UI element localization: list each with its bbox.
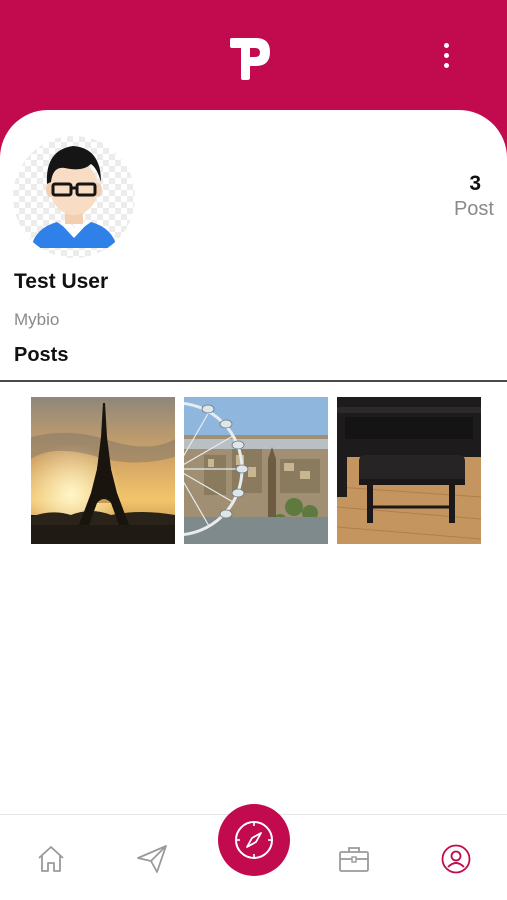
post-count: 3 <box>469 172 481 195</box>
post-thumbnail-eiffel-tower[interactable] <box>31 397 175 544</box>
send-icon <box>137 845 167 873</box>
user-name: Test User <box>14 270 109 293</box>
tp-logo-icon <box>226 30 276 82</box>
section-divider <box>0 380 507 382</box>
posts-grid <box>31 397 481 544</box>
briefcase-icon <box>339 847 369 872</box>
home-icon <box>38 846 64 872</box>
nav-send[interactable] <box>134 841 170 877</box>
more-vertical-icon <box>443 42 449 48</box>
post-count-label: Post <box>453 198 494 220</box>
nav-home[interactable] <box>33 841 69 877</box>
user-avatar-icon[interactable] <box>13 136 135 258</box>
posts-section-title: Posts <box>14 344 69 366</box>
nav-explore-button[interactable] <box>218 804 290 876</box>
profile-icon <box>441 844 471 874</box>
user-bio: Mybio <box>14 310 60 329</box>
post-thumbnail-piano-bench[interactable] <box>337 397 481 544</box>
post-thumbnail-london-eye[interactable] <box>184 397 328 544</box>
more-menu-button[interactable] <box>432 40 460 70</box>
post-count-stat: 3 Post <box>414 172 494 221</box>
nav-briefcase[interactable] <box>336 841 372 877</box>
nav-profile[interactable] <box>438 841 474 877</box>
compass-icon <box>235 821 273 859</box>
